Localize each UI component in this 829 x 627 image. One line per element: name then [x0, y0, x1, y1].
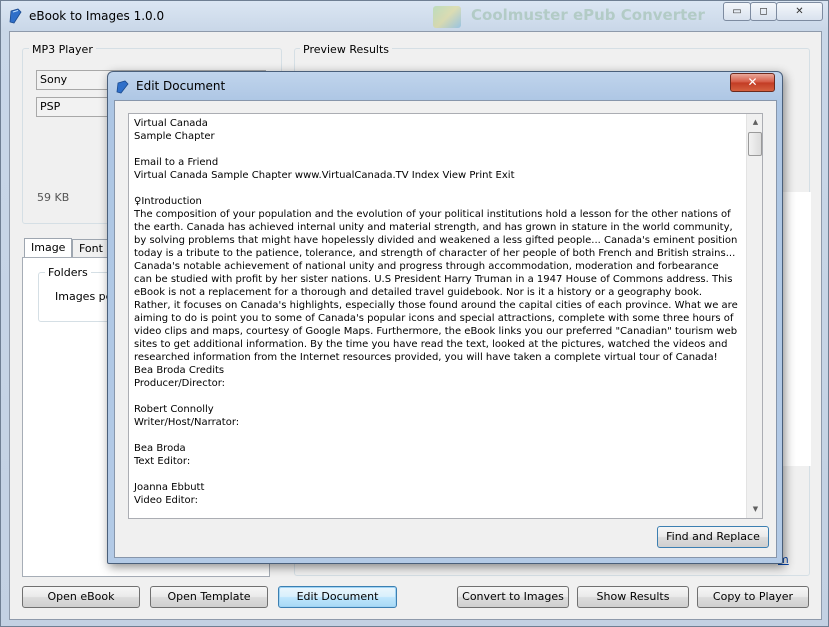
dialog-client-area: Virtual Canada Sample Chapter Email to a… [114, 100, 777, 558]
preview-results-label: Preview Results [300, 43, 393, 56]
maximize-button[interactable]: ◻ [750, 2, 777, 21]
tab-font[interactable]: Font [72, 239, 110, 258]
background-app-title: Coolmuster ePub Converter [471, 6, 705, 24]
main-window-title: eBook to Images 1.0.0 [29, 9, 165, 23]
scroll-thumb[interactable] [748, 132, 762, 156]
main-title-bar[interactable]: eBook to Images 1.0.0 Coolmuster ePub Co… [1, 1, 829, 31]
maximize-icon: ◻ [759, 6, 768, 17]
close-icon: ✕ [747, 75, 758, 89]
show-results-button[interactable]: Show Results [577, 586, 689, 608]
ebook-dialog-icon [116, 80, 129, 94]
document-text-area[interactable]: Virtual Canada Sample Chapter Email to a… [128, 113, 763, 519]
document-text: Virtual Canada Sample Chapter Email to a… [134, 118, 738, 506]
edit-document-dialog: Edit Document ✕ Virtual Canada Sample Ch… [107, 71, 783, 564]
find-and-replace-button[interactable]: Find and Replace [657, 526, 769, 548]
mp3-player-group-label: MP3 Player [29, 43, 96, 56]
scroll-down-icon[interactable]: ▼ [747, 501, 762, 518]
minimize-icon: ▭ [732, 6, 742, 17]
background-app-icon [433, 6, 461, 28]
copy-to-player-button[interactable]: Copy to Player [697, 586, 809, 608]
document-scrollbar[interactable]: ▲ ▼ [746, 114, 762, 518]
minimize-button[interactable]: ▭ [723, 2, 751, 21]
dialog-title: Edit Document [136, 79, 226, 93]
close-icon: ✕ [795, 6, 804, 17]
folders-group-label: Folders [45, 266, 91, 279]
edit-document-button[interactable]: Edit Document [278, 586, 397, 608]
convert-to-images-button[interactable]: Convert to Images [457, 586, 569, 608]
dialog-close-button[interactable]: ✕ [730, 73, 775, 92]
scroll-up-icon[interactable]: ▲ [747, 114, 762, 131]
tab-image[interactable]: Image [24, 238, 73, 258]
size-label: 59 KB [37, 191, 70, 204]
ebook-app-icon [9, 8, 22, 24]
main-close-button[interactable]: ✕ [776, 2, 823, 21]
open-template-button[interactable]: Open Template [150, 586, 268, 608]
open-ebook-button[interactable]: Open eBook [22, 586, 140, 608]
